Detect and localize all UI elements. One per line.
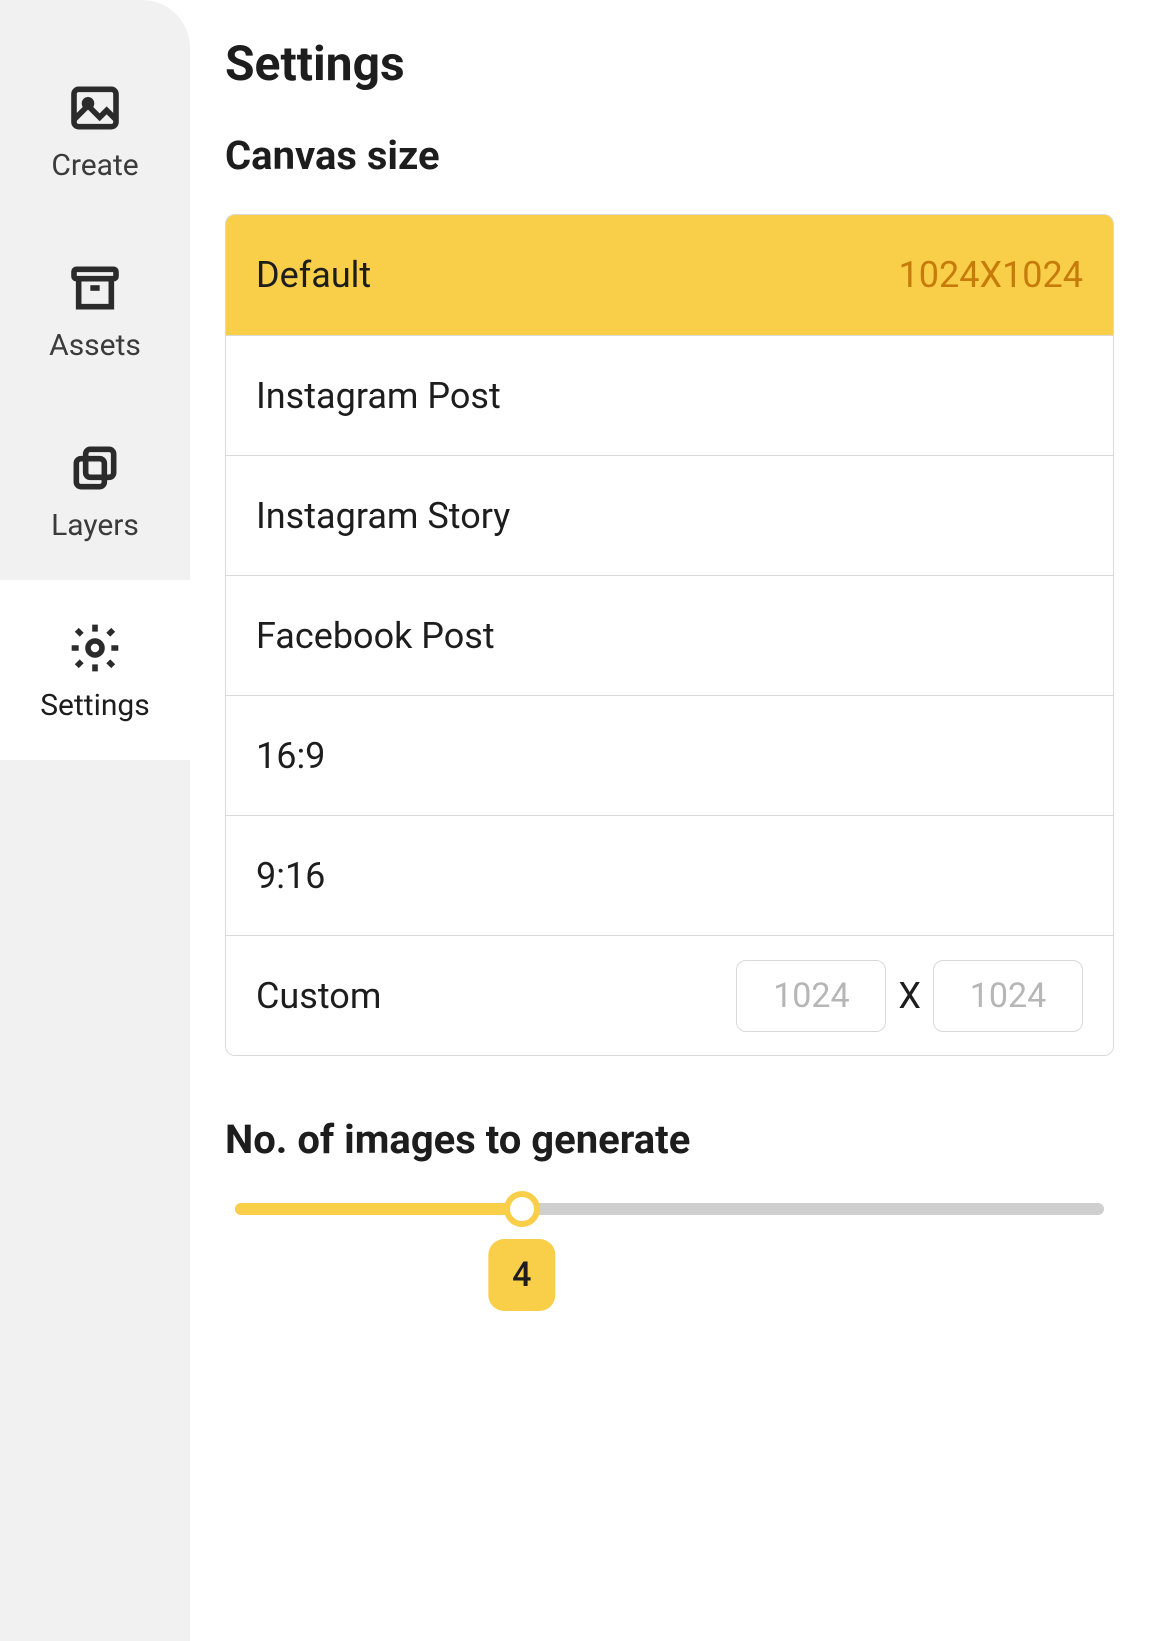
- sidebar-item-label: Layers: [51, 508, 139, 543]
- custom-width-input[interactable]: [736, 960, 886, 1032]
- canvas-size-label: 16:9: [256, 735, 325, 777]
- canvas-size-option-16-9[interactable]: 16:9: [226, 695, 1113, 815]
- canvas-size-label: Instagram Story: [256, 495, 510, 537]
- archive-icon: [65, 258, 125, 318]
- sidebar-item-assets[interactable]: Assets: [0, 220, 190, 400]
- custom-size-inputs: X: [736, 960, 1083, 1032]
- canvas-size-label: 9:16: [256, 855, 325, 897]
- canvas-size-heading: Canvas size: [225, 132, 1114, 179]
- sidebar-item-label: Create: [51, 148, 138, 183]
- layers-icon: [65, 438, 125, 498]
- canvas-size-label: Facebook Post: [256, 615, 495, 657]
- canvas-size-option-default[interactable]: Default 1024X1024: [226, 215, 1113, 335]
- sidebar-item-settings[interactable]: Settings: [0, 580, 190, 760]
- sidebar-item-layers[interactable]: Layers: [0, 400, 190, 580]
- image-icon: [65, 78, 125, 138]
- canvas-size-option-instagram-story[interactable]: Instagram Story: [226, 455, 1113, 575]
- gear-icon: [65, 618, 125, 678]
- canvas-size-option-facebook-post[interactable]: Facebook Post: [226, 575, 1113, 695]
- canvas-size-label: Instagram Post: [256, 375, 501, 417]
- slider-value-badge: 4: [488, 1239, 555, 1311]
- num-images-heading: No. of images to generate: [225, 1116, 1114, 1163]
- canvas-size-label: Default: [256, 254, 371, 296]
- num-images-slider[interactable]: 4: [225, 1203, 1114, 1311]
- slider-track: [235, 1203, 1104, 1215]
- canvas-size-option-custom[interactable]: Custom X: [226, 935, 1113, 1055]
- sidebar: Create Assets Layers Settings: [0, 0, 190, 1641]
- canvas-size-option-9-16[interactable]: 9:16: [226, 815, 1113, 935]
- dimension-separator: X: [898, 975, 921, 1017]
- main-panel: Settings Canvas size Default 1024X1024 I…: [190, 0, 1149, 1641]
- custom-height-input[interactable]: [933, 960, 1083, 1032]
- canvas-size-dims: 1024X1024: [899, 254, 1083, 296]
- sidebar-item-label: Settings: [40, 688, 150, 723]
- canvas-size-label: Custom: [256, 975, 381, 1017]
- sidebar-item-create[interactable]: Create: [0, 40, 190, 220]
- canvas-size-list: Default 1024X1024 Instagram Post Instagr…: [225, 214, 1114, 1056]
- page-title: Settings: [225, 35, 1114, 92]
- canvas-size-option-instagram-post[interactable]: Instagram Post: [226, 335, 1113, 455]
- sidebar-item-label: Assets: [49, 328, 141, 363]
- slider-fill: [235, 1203, 522, 1215]
